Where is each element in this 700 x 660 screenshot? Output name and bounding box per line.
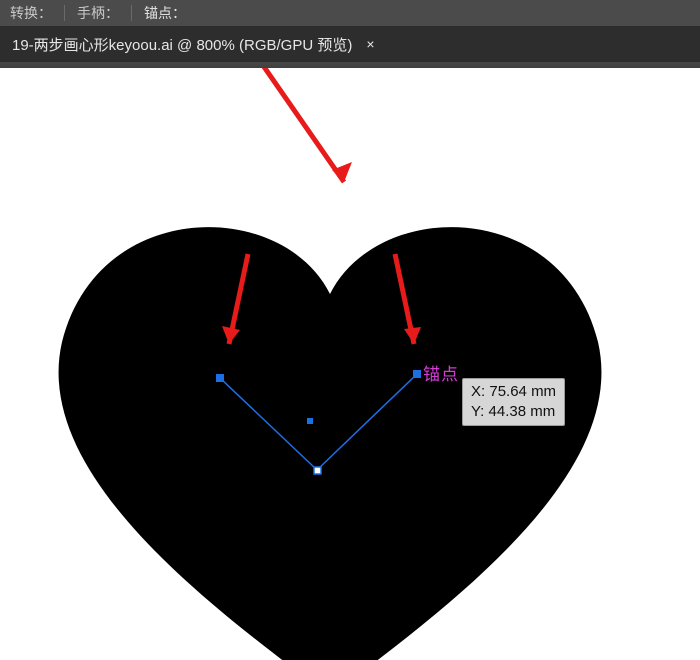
coordinates-tooltip: X: 75.64 mm Y: 44.38 mm — [462, 378, 565, 426]
divider — [64, 5, 65, 21]
document-tabs-bar: 19-两步画心形keyoou.ai @ 800% (RGB/GPU 预览) × — [0, 26, 700, 62]
coord-x-row: X: 75.64 mm — [471, 382, 556, 402]
coord-x-value: 75.64 mm — [489, 383, 556, 400]
options-label-handles: 手柄： — [77, 3, 119, 23]
annotation-arrow-toolbar — [219, 68, 352, 182]
coord-y-value: 44.38 mm — [489, 403, 556, 420]
options-label-anchor: 锚点： — [144, 3, 186, 23]
heart-shape — [44, 222, 616, 660]
document-tab-title: 19-两步画心形keyoou.ai @ 800% (RGB/GPU 预览) — [12, 34, 352, 55]
options-bar: 转换： 手柄： 锚点： — [0, 0, 700, 26]
coord-x-label: X: — [471, 383, 485, 400]
options-label-convert: 转换： — [10, 3, 52, 23]
canvas-area[interactable]: 锚点 X: 75.64 mm Y: 44.38 mm — [0, 68, 700, 660]
document-tab[interactable]: 19-两步画心形keyoou.ai @ 800% (RGB/GPU 预览) × — [6, 26, 389, 62]
heart-svg — [44, 222, 616, 660]
close-icon[interactable]: × — [362, 36, 378, 52]
anchor-label: 锚点 — [423, 360, 459, 385]
coord-y-label: Y: — [471, 403, 484, 420]
coord-y-row: Y: 44.38 mm — [471, 402, 556, 422]
app-root: 转换： 手柄： 锚点： 19-两步画心形keyoou.ai @ 800% (RG… — [0, 0, 700, 660]
divider — [131, 5, 132, 21]
